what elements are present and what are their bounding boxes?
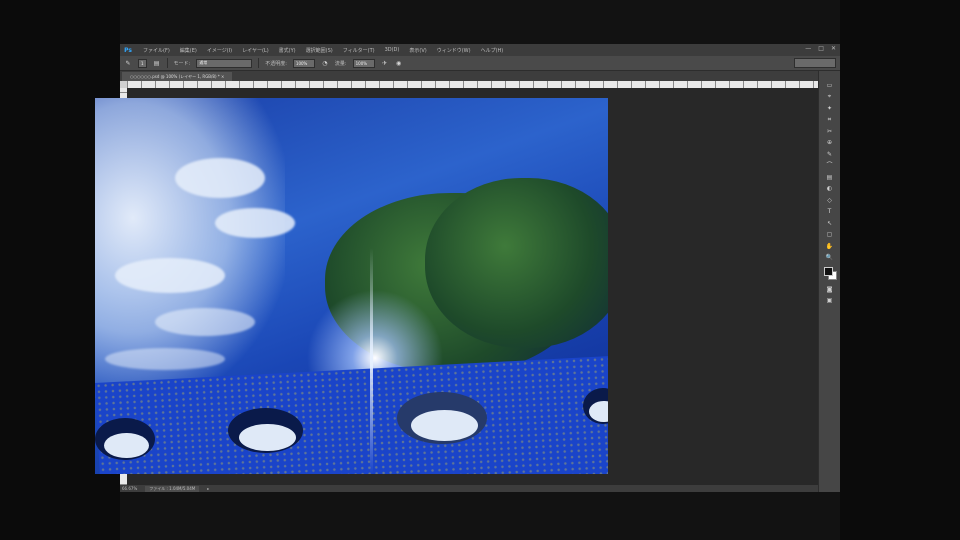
menu-3d[interactable]: 3D(D) xyxy=(380,47,405,53)
status-arrow-icon[interactable]: ▸ xyxy=(207,486,209,491)
screen-mode-icon[interactable]: ▣ xyxy=(825,297,835,306)
status-bar: 66.67% ファイル : 1.04M/5.04M ▸ xyxy=(120,485,820,492)
opacity-label: 不透明度: xyxy=(265,60,287,67)
hand-tool-icon[interactable]: ✋ xyxy=(825,242,835,251)
ground-hole xyxy=(95,418,155,460)
quick-mask-icon[interactable]: ◙ xyxy=(825,285,835,294)
sun-ray xyxy=(370,248,373,474)
clone-stamp-icon[interactable]: ⌒ xyxy=(825,162,835,171)
brush-size-picker[interactable]: 1 xyxy=(138,58,147,68)
crop-tool-icon[interactable]: ⌗ xyxy=(825,116,835,125)
cloud xyxy=(115,258,225,293)
right-letterbox xyxy=(840,0,960,540)
ps-logo-icon: Ps xyxy=(124,46,132,54)
mode-select[interactable]: 通常 xyxy=(196,58,253,68)
cloud xyxy=(105,348,225,370)
bottom-letterbox xyxy=(120,492,840,540)
move-tool-icon[interactable]: ⌖ xyxy=(825,93,835,102)
slice-tool-icon[interactable]: ✂ xyxy=(825,127,835,136)
cloud xyxy=(215,208,295,238)
marquee-tool-icon[interactable]: ▭ xyxy=(825,81,835,90)
gradient-tool-icon[interactable]: ▤ xyxy=(825,173,835,182)
document-tab-bar: ○○○○○○.psd @ 100% (レイヤー 1, RGB/8) * × xyxy=(120,71,818,81)
magic-wand-icon[interactable]: ✦ xyxy=(825,104,835,113)
pen-tool-icon[interactable]: ◇ xyxy=(825,196,835,205)
close-icon[interactable]: ✕ xyxy=(831,45,836,52)
flow-field[interactable]: 100% xyxy=(352,58,375,68)
foreground-color-swatch[interactable] xyxy=(823,267,833,276)
horizontal-ruler[interactable] xyxy=(127,81,818,88)
menu-bar: Ps ファイル(F) 編集(E) イメージ(I) レイヤー(L) 書式(Y) 選… xyxy=(120,44,840,56)
type-tool-icon[interactable]: T xyxy=(825,208,835,217)
window-controls: — □ ✕ xyxy=(805,45,836,52)
ground-hole xyxy=(397,392,487,444)
separator xyxy=(166,58,168,68)
maximize-icon[interactable]: □ xyxy=(818,45,824,52)
pressure-opacity-icon[interactable]: ◔ xyxy=(321,59,329,67)
options-bar: ✎ 1 ▤ モード: 通常 不透明度: 100% ◔ 流量: 100% ✈ ◉ xyxy=(120,56,840,71)
brush-icon[interactable]: ✎ xyxy=(124,59,132,67)
document-tab[interactable]: ○○○○○○.psd @ 100% (レイヤー 1, RGB/8) * × xyxy=(122,72,233,81)
flow-label: 流量: xyxy=(334,60,347,67)
menu-window[interactable]: ウィンドウ(W) xyxy=(432,47,476,54)
cloud xyxy=(175,158,265,198)
shape-tool-icon[interactable]: ▢ xyxy=(825,231,835,240)
menu-view[interactable]: 表示(V) xyxy=(404,47,431,54)
tools-panel: ▭ ⌖ ✦ ⌗ ✂ ⊕ ✎ ⌒ ▤ ◐ ◇ T ↖ ▢ ✋ 🔍 ◙ ▣ xyxy=(818,71,840,492)
zoom-level[interactable]: 66.67% xyxy=(122,486,137,491)
healing-brush-icon[interactable]: ⊕ xyxy=(825,139,835,148)
pressure-size-icon[interactable]: ◉ xyxy=(395,59,403,67)
separator xyxy=(258,58,260,68)
tree-foliage xyxy=(425,178,608,348)
menu-type[interactable]: 書式(Y) xyxy=(274,47,301,54)
cloud xyxy=(155,308,255,336)
menu-file[interactable]: ファイル(F) xyxy=(138,47,175,54)
menu-edit[interactable]: 編集(E) xyxy=(175,47,202,54)
mode-label: モード: xyxy=(173,60,191,67)
brush-tool-icon[interactable]: ✎ xyxy=(825,150,835,159)
menu-image[interactable]: イメージ(I) xyxy=(202,47,237,54)
ground-hole xyxy=(228,408,303,453)
dodge-tool-icon[interactable]: ◐ xyxy=(825,185,835,194)
document-image[interactable] xyxy=(95,98,608,474)
ruler-corner[interactable] xyxy=(120,81,127,88)
path-select-icon[interactable]: ↖ xyxy=(825,219,835,228)
minimize-icon[interactable]: — xyxy=(805,45,811,52)
menu-filter[interactable]: フィルター(T) xyxy=(338,47,380,54)
airbrush-icon[interactable]: ✈ xyxy=(381,59,389,67)
menu-layer[interactable]: レイヤー(L) xyxy=(237,47,274,54)
menu-select[interactable]: 選択範囲(S) xyxy=(301,47,338,54)
workspace-select[interactable] xyxy=(794,58,836,68)
brush-panel-icon[interactable]: ▤ xyxy=(153,59,161,67)
opacity-field[interactable]: 100% xyxy=(292,58,315,68)
menu-help[interactable]: ヘルプ(H) xyxy=(476,47,509,54)
document-info[interactable]: ファイル : 1.04M/5.04M xyxy=(145,485,200,492)
zoom-tool-icon[interactable]: 🔍 xyxy=(825,254,835,263)
top-letterbox xyxy=(120,0,840,44)
color-swatches[interactable] xyxy=(823,267,837,280)
